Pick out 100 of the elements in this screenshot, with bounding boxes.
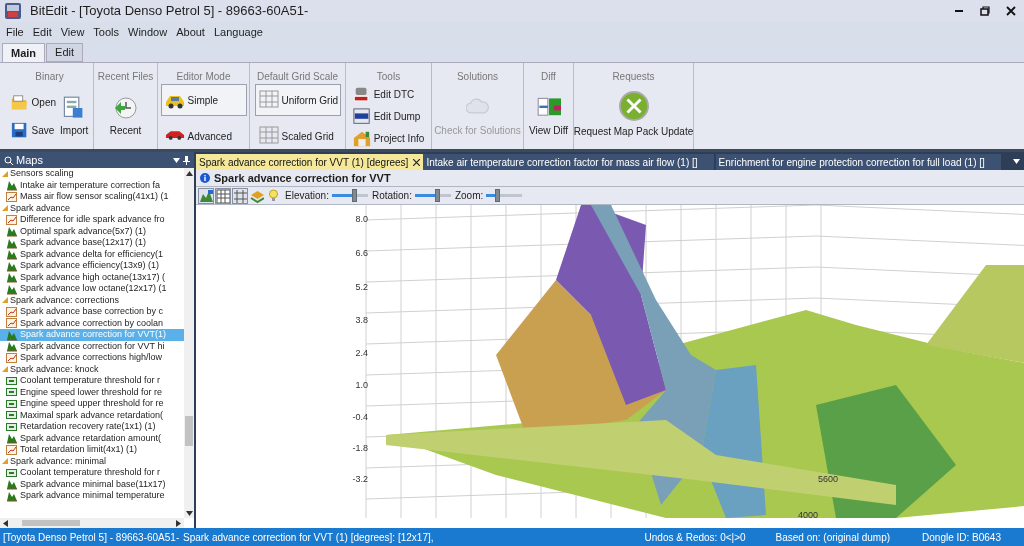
line-chart-icon <box>6 213 17 226</box>
expand-arrow-icon <box>2 205 8 212</box>
folder-icon <box>10 93 29 112</box>
vertical-scrollbar[interactable] <box>184 168 194 518</box>
engine-icon <box>352 85 371 104</box>
ribbon-button[interactable]: Simple <box>160 84 247 116</box>
tree-item[interactable]: Spark advance high octane(13x17) ( <box>0 271 184 283</box>
tree-item[interactable]: Maximal spark advance retardation( <box>0 409 184 421</box>
menu-item[interactable]: Language <box>213 23 263 41</box>
value-cell-icon <box>6 466 17 479</box>
axis-tick-label: 1.0 <box>354 379 368 393</box>
scrollbar-thumb[interactable] <box>185 416 193 446</box>
line-chart-icon <box>6 190 17 203</box>
tree-item[interactable]: Coolant temperature threshold for r <box>0 375 184 387</box>
slider[interactable] <box>414 189 451 202</box>
axis-tick-label: -3.2 <box>351 473 368 486</box>
tree-item[interactable]: Spark advance minimal base(11x17) <box>0 478 184 490</box>
menu-item[interactable]: Tools <box>93 23 120 41</box>
tree-item[interactable]: Engine speed lower threshold for re <box>0 386 184 398</box>
tree-item[interactable]: Spark advance efficiency(13x9) (1) <box>0 260 184 272</box>
document-tab[interactable]: Enrichment for engine protection correction for full load (1) [] <box>715 154 1001 170</box>
search-icon <box>4 155 13 165</box>
tree-item[interactable]: Spark advance delta for efficiency(1 <box>0 248 184 260</box>
tree-item[interactable]: Total retardation limit(4x1) (1) <box>0 444 184 456</box>
slider-label: Elevation: <box>285 189 329 203</box>
slider-thumb[interactable] <box>434 189 440 202</box>
group-title: Binary <box>35 70 64 84</box>
grid-icon <box>258 126 279 146</box>
tree-item[interactable]: Spark advance base(12x17) (1) <box>0 237 184 249</box>
group-title: Diff <box>541 70 556 84</box>
slider-thumb[interactable] <box>495 189 501 202</box>
horizontal-scrollbar[interactable] <box>0 518 184 528</box>
ribbon-button[interactable]: Scaled Grid <box>254 120 341 152</box>
surface-map-icon <box>6 248 17 261</box>
scrollbar-thumb[interactable] <box>22 520 80 526</box>
tree-item[interactable]: Mass air flow sensor scaling(41x1) (1 <box>0 191 184 203</box>
tree-item[interactable]: Spark advance correction for VVT hi <box>0 340 184 352</box>
group-title: Editor Mode <box>176 70 231 84</box>
axes-icon <box>233 188 247 203</box>
tree-item[interactable]: Spark advance correction by coolan <box>0 317 184 329</box>
ribbon-tab[interactable]: Main <box>2 43 46 62</box>
expand-arrow-icon <box>2 170 8 177</box>
slider[interactable] <box>331 189 368 202</box>
tree-group-label[interactable]: Spark advance: minimal <box>10 455 107 467</box>
tree-item[interactable]: Spark advance minimal temperature <box>0 490 184 502</box>
tree-item[interactable]: Optimal spark advance(5x7) (1) <box>0 225 184 237</box>
ribbon-button[interactable]: Project Info <box>351 128 426 149</box>
menu-item[interactable]: File <box>6 23 24 41</box>
status-undo-redo: Undos & Redos: 0<|>0 <box>644 530 746 545</box>
tree-group-label[interactable]: Sensors scaling <box>10 168 74 180</box>
restore-icon <box>979 5 991 17</box>
hex-grid-icon <box>352 107 371 126</box>
ribbon-button[interactable]: View Diff <box>527 95 570 138</box>
light-bulb-icon <box>269 189 278 202</box>
tree-item[interactable]: Spark advance low octane(12x17) (1 <box>0 283 184 295</box>
ribbon-button[interactable]: Edit Dump <box>351 106 426 127</box>
close-icon <box>413 158 421 166</box>
ribbon-button[interactable]: Edit DTC <box>351 84 426 105</box>
tree-item[interactable]: Intake air temperature correction fa <box>0 179 184 191</box>
axis-tick-label: 3.8 <box>354 314 368 328</box>
tree-group-label[interactable]: Spark advance: corrections <box>10 294 120 306</box>
ribbon-button[interactable]: Recent <box>108 95 143 138</box>
slider-label: Zoom: <box>454 189 484 203</box>
table-button[interactable] <box>215 187 231 204</box>
chart-3d-icon <box>199 188 213 203</box>
scroll-right-icon <box>176 519 181 527</box>
document-tab[interactable]: Spark advance correction for VVT (1) [degrees] <box>196 154 424 170</box>
tree-item[interactable]: Engine speed upper threshold for re <box>0 398 184 410</box>
tree-group-label[interactable]: Spark advance <box>10 202 71 214</box>
surface-map-icon <box>6 432 17 445</box>
ribbon-button[interactable]: Advanced <box>160 120 247 152</box>
ribbon-button[interactable]: Save <box>9 120 58 141</box>
clock-icon <box>113 95 138 120</box>
tree-item[interactable]: Retardation recovery rate(1x1) (1) <box>0 421 184 433</box>
tree-item[interactable]: Difference for idle spark advance fro <box>0 214 184 226</box>
layers-icon <box>250 188 264 203</box>
menu-item[interactable]: View <box>60 23 85 41</box>
ribbon-tab[interactable]: Edit <box>46 43 84 62</box>
slider-thumb[interactable] <box>351 189 357 202</box>
ribbon-button[interactable]: Uniform Grid <box>254 84 341 116</box>
document-tab[interactable]: Intake air temperature correction factor for mass air flow (1) [] <box>423 154 714 170</box>
line-chart-icon <box>6 305 17 318</box>
tree-item[interactable]: Spark advance corrections high/low <box>0 352 184 364</box>
menu-item[interactable]: About <box>176 23 205 41</box>
tree-item[interactable]: Spark advance retardation amount( <box>0 432 184 444</box>
axis-tick-label: 5600 <box>818 473 839 486</box>
ribbon-button[interactable]: Open <box>9 92 58 113</box>
tree-item[interactable]: Coolant temperature threshold for r <box>0 467 184 479</box>
slider[interactable] <box>486 189 523 202</box>
status-dongle-id: Dongle ID: B0643 <box>922 530 1001 545</box>
scroll-down-icon <box>185 511 193 516</box>
ribbon-button[interactable]: Import <box>59 95 90 138</box>
window-title: BitEdit - [Toyota Denso Petrol 5] - 89663-60A51- <box>30 2 309 21</box>
ribbon-button[interactable]: Request Map Pack Update <box>572 90 695 139</box>
axes-button[interactable] <box>232 187 248 204</box>
tree-item[interactable]: Spark advance base correction by c <box>0 306 184 318</box>
tree-group-label[interactable]: Spark advance: knock <box>10 363 99 375</box>
menu-item[interactable]: Window <box>128 23 168 41</box>
chart-3d-button[interactable] <box>198 187 214 204</box>
menu-item[interactable]: Edit <box>32 23 52 41</box>
